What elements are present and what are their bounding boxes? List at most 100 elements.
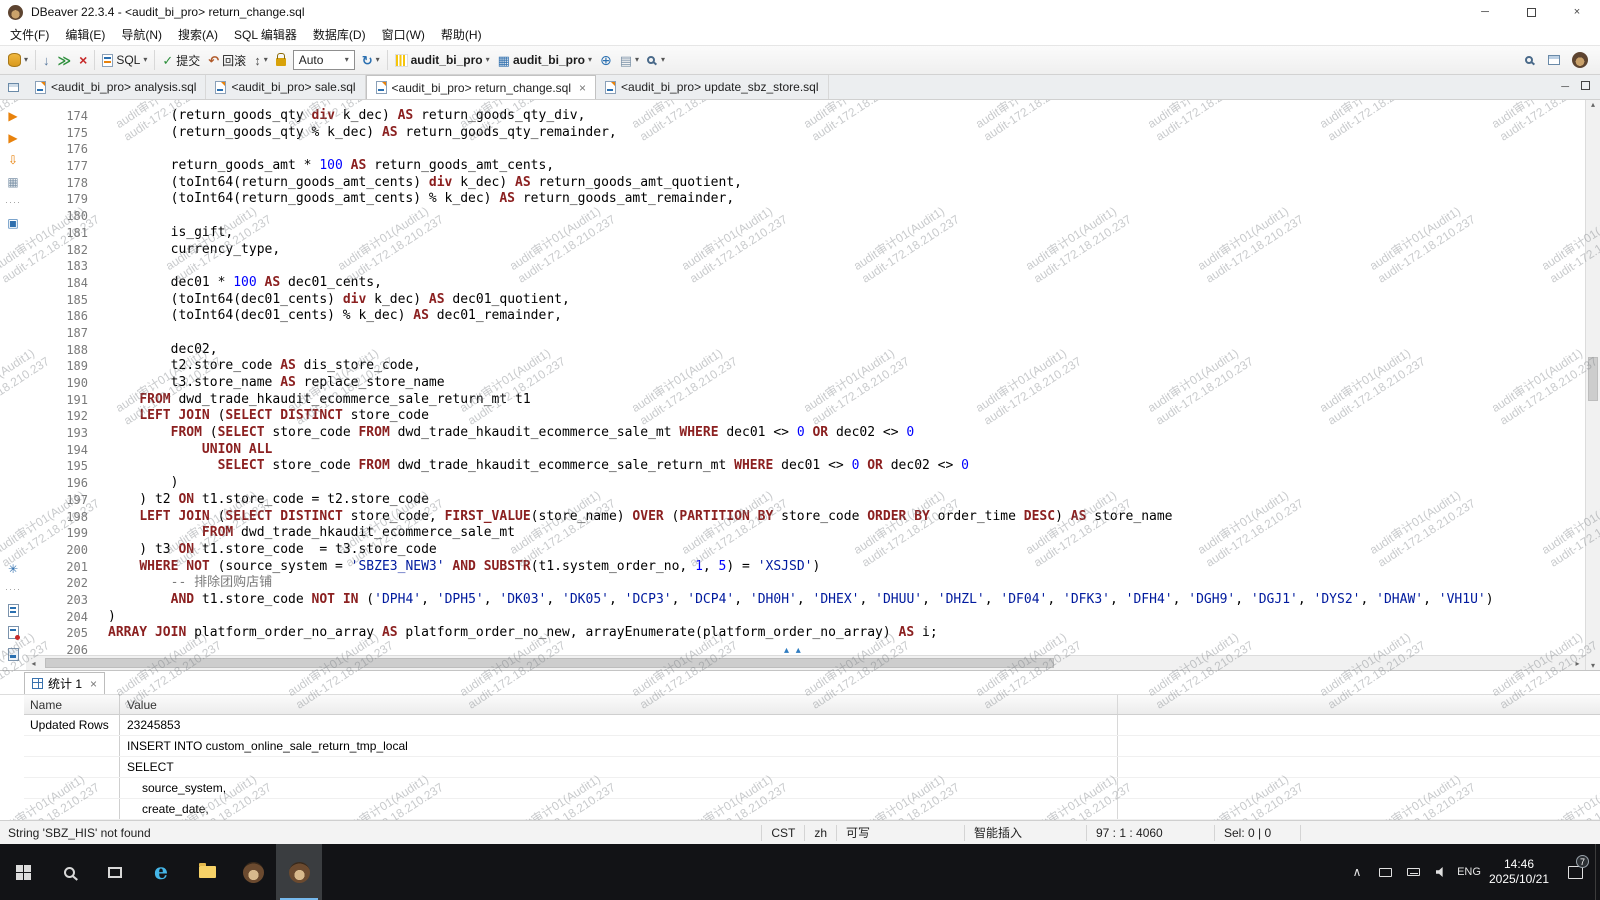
sql-editor-button[interactable]: SQL ▾ — [98, 51, 151, 69]
start-button[interactable] — [0, 844, 46, 900]
export-result-icon[interactable]: ⇩ — [8, 154, 18, 166]
show-desktop-button[interactable] — [1595, 844, 1600, 900]
stats-tab[interactable]: 统计 1 × — [24, 672, 105, 694]
network-icon[interactable] — [1371, 844, 1399, 900]
code-line: 199 FROM dwd_trade_hkaudit_ecommerce_sal… — [26, 525, 1585, 542]
horizontal-scrollbar[interactable]: ◂ ▸ — [26, 655, 1585, 670]
explorer-button[interactable] — [184, 844, 230, 900]
taskbar-clock[interactable]: 14:46 2025/10/21 — [1483, 844, 1555, 900]
script-doc-error-icon[interactable] — [8, 626, 19, 639]
scroll-up-icon[interactable]: ▴ — [1586, 100, 1600, 109]
scroll-left-icon[interactable]: ◂ — [26, 656, 41, 670]
rollback-button[interactable]: ↶ 回滚 — [204, 50, 250, 71]
touch-keyboard-icon[interactable] — [1399, 844, 1427, 900]
stats-tab-close-icon[interactable]: × — [90, 677, 97, 691]
commit-label: 提交 — [176, 52, 200, 69]
stats-grid: Name Value Updated Rows23245853INSERT IN… — [24, 695, 1600, 820]
table-row[interactable]: Updated Rows23245853 — [24, 715, 1600, 736]
hscroll-thumb[interactable] — [45, 658, 1054, 668]
schema-selector[interactable]: ▦ audit_bi_pro ▾ — [494, 51, 596, 69]
menu-item[interactable]: 数据库(D) — [305, 24, 374, 45]
dbeaver-taskbar-button-active[interactable] — [276, 844, 322, 900]
execute-script-icon[interactable]: ▶ — [8, 132, 17, 144]
menu-item[interactable]: 帮助(H) — [433, 24, 490, 45]
lock-button[interactable] — [272, 52, 290, 68]
input-language[interactable]: ENG — [1455, 844, 1483, 900]
task-view-button[interactable] — [92, 844, 138, 900]
volume-icon[interactable] — [1427, 844, 1455, 900]
status-insert-mode[interactable]: 智能插入 — [964, 825, 1086, 841]
commit-button[interactable]: ✓ 提交 — [158, 50, 204, 71]
editor-tab[interactable]: <audit_bi_pro> sale.sql — [206, 75, 365, 99]
navigate-button[interactable]: ⊕ — [596, 51, 616, 69]
database-name: audit_bi_pro — [411, 53, 483, 67]
minimize-view-icon[interactable]: ─ — [1561, 81, 1569, 93]
more-actions-icon[interactable]: ···· — [5, 585, 21, 594]
minimize-button[interactable]: ─ — [1462, 0, 1508, 24]
clear-button[interactable]: × — [75, 51, 91, 69]
editor-tab[interactable]: <audit_bi_pro> return_change.sql × — [366, 75, 596, 99]
tab-label: <audit_bi_pro> return_change.sql — [392, 81, 571, 95]
action-center-button[interactable]: 7 — [1555, 844, 1595, 900]
scroll-right-icon[interactable]: ▸ — [1570, 656, 1585, 670]
menu-item[interactable]: 文件(F) — [2, 24, 57, 45]
output-panel-icon[interactable]: ▣ — [7, 217, 18, 229]
settings-icon[interactable]: ✳ — [8, 563, 18, 575]
database-selector[interactable]: audit_bi_pro ▾ — [391, 51, 494, 69]
execute-statement-icon[interactable]: ▶ — [8, 110, 17, 122]
new-connection-button[interactable]: ▾ — [4, 51, 32, 69]
table-row[interactable]: source_system, — [24, 778, 1600, 799]
transaction-mode-button[interactable]: ↕ ▾ — [250, 52, 272, 69]
scroll-down-icon[interactable]: ▾ — [1586, 661, 1600, 670]
monitor-icon — [1379, 868, 1392, 877]
edge-button[interactable]: e — [138, 844, 184, 900]
vertical-scrollbar[interactable]: ▴ ▾ — [1585, 100, 1600, 670]
script-doc-alt-icon[interactable] — [8, 648, 19, 661]
menu-item[interactable]: 导航(N) — [113, 24, 170, 45]
line-number: 190 — [26, 375, 96, 392]
dbeaver-taskbar-button[interactable] — [230, 844, 276, 900]
search-menu-button[interactable]: ▾ — [643, 54, 669, 66]
scripts-button[interactable]: ≫ — [54, 52, 76, 69]
layout-button[interactable]: ▤ ▾ — [616, 52, 643, 69]
script-doc-icon[interactable] — [8, 604, 19, 617]
menu-item[interactable]: 搜索(A) — [170, 24, 226, 45]
editor-tab[interactable]: <audit_bi_pro> update_sbz_store.sql — [596, 75, 828, 99]
code-text: SELECT store_code FROM dwd_trade_hkaudit… — [96, 458, 969, 475]
taskbar-search-button[interactable] — [46, 844, 92, 900]
close-button[interactable]: × — [1554, 0, 1600, 24]
code-line: 194 UNION ALL — [26, 442, 1585, 459]
code-lines[interactable]: 174 (return_goods_qty div k_dec) AS retu… — [26, 100, 1585, 655]
explain-plan-icon[interactable]: ▦ — [7, 176, 18, 188]
table-row[interactable]: INSERT INTO custom_online_sale_return_tm… — [24, 736, 1600, 757]
maximize-button[interactable] — [1508, 0, 1554, 24]
editor-list-button[interactable] — [0, 75, 26, 99]
refresh-button[interactable]: ↻ ▾ — [358, 52, 384, 69]
menu-item[interactable]: SQL 编辑器 — [226, 24, 305, 45]
column-header-value[interactable]: Value — [120, 695, 1118, 714]
restore-panel-arrows[interactable]: ▴ ▴ — [784, 645, 803, 656]
table-row[interactable]: SELECT — [24, 757, 1600, 778]
commit-mode-combo[interactable]: Auto ▾ — [293, 50, 355, 70]
line-number: 194 — [26, 442, 96, 459]
table-row[interactable]: create_date, — [24, 799, 1600, 820]
dbeaver-logo-button[interactable] — [1568, 50, 1592, 70]
fetch-button[interactable]: ↓ — [39, 52, 54, 69]
editor-tab[interactable]: <audit_bi_pro> analysis.sql — [26, 75, 206, 99]
quick-search-button[interactable] — [1521, 54, 1540, 66]
hscroll-track[interactable] — [41, 656, 1570, 670]
column-header-name[interactable]: Name — [24, 695, 120, 714]
menu-item[interactable]: 编辑(E) — [57, 24, 113, 45]
tray-expand-icon[interactable]: ∧ — [1343, 844, 1371, 900]
maximize-view-icon[interactable] — [1581, 81, 1590, 93]
vscroll-thumb[interactable] — [1588, 357, 1598, 401]
menu-item[interactable]: 窗口(W) — [374, 24, 433, 45]
windows-logo-icon — [16, 865, 31, 880]
tab-close-icon[interactable]: × — [579, 81, 586, 95]
caret-down-icon: ▾ — [24, 56, 28, 64]
perspective-button[interactable] — [1544, 53, 1564, 67]
more-actions-icon[interactable]: ···· — [5, 198, 21, 207]
status-caret-position[interactable]: 97 : 1 : 4060 — [1086, 825, 1214, 841]
code-text — [96, 141, 108, 158]
code-text: LEFT JOIN (SELECT DISTINCT store_code, F… — [96, 509, 1173, 526]
